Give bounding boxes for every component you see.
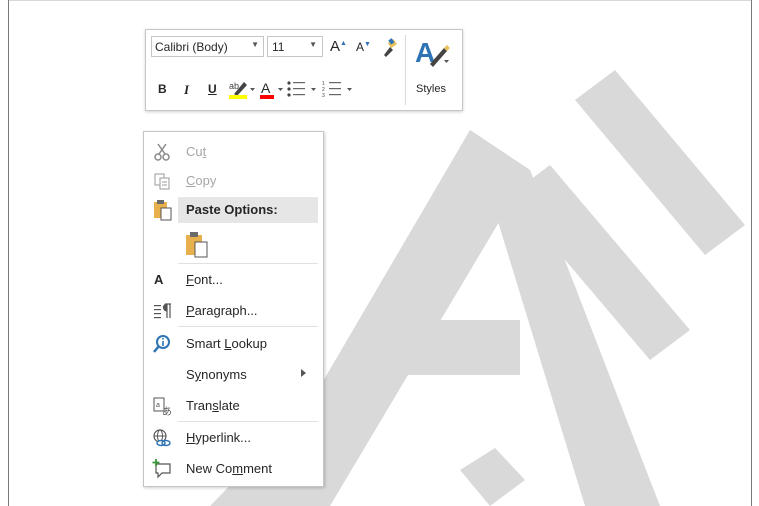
menu-item-label: Cut xyxy=(186,144,207,159)
font-size-select[interactable]: 11 ▼ xyxy=(267,36,323,57)
svg-text:a: a xyxy=(156,402,160,409)
new-comment-icon xyxy=(152,459,171,479)
styles-button[interactable]: A xyxy=(414,34,450,71)
submenu-arrow-icon xyxy=(301,369,306,377)
font-color-icon: A xyxy=(260,80,283,99)
scissors-icon xyxy=(154,143,170,161)
paragraph-icon xyxy=(154,303,171,319)
bullets-icon xyxy=(287,81,316,97)
up-arrow-icon: ▲ xyxy=(340,40,347,47)
styles-label: Styles xyxy=(416,83,446,95)
shrink-font-label: A xyxy=(356,40,365,54)
toolbar-separator xyxy=(405,35,406,105)
numbering-button[interactable]: 1 2 3 xyxy=(322,80,354,101)
menu-item-new-comment[interactable]: New Comment xyxy=(144,454,323,483)
bold-button[interactable]: B xyxy=(158,82,167,96)
menu-item-synonyms[interactable]: Synonyms xyxy=(144,360,323,389)
menu-item-label: Copy xyxy=(186,173,217,188)
grow-font-button[interactable]: A▲ xyxy=(330,38,347,55)
menu-item-label: New Comment xyxy=(186,461,272,476)
menu-item-translate[interactable]: a あ Translate xyxy=(144,391,323,420)
highlight-button[interactable]: ab xyxy=(228,78,256,103)
grow-font-label: A xyxy=(330,38,341,55)
menu-separator xyxy=(178,326,318,327)
bullets-button[interactable] xyxy=(286,80,318,101)
menu-item-label: Paragraph... xyxy=(186,303,258,318)
menu-item-label: Hyperlink... xyxy=(186,430,252,445)
font-name-value: Calibri (Body) xyxy=(155,40,228,54)
menu-item-hyperlink[interactable]: Hyperlink... xyxy=(144,423,323,452)
clipboard-icon xyxy=(154,200,172,221)
styles-icon: A xyxy=(415,37,450,68)
numbering-icon: 1 2 3 xyxy=(322,81,352,99)
underline-button[interactable]: U xyxy=(208,82,217,96)
chevron-down-icon: ▼ xyxy=(309,40,317,49)
smart-lookup-icon xyxy=(153,335,170,353)
menu-item-paragraph[interactable]: Paragraph... xyxy=(144,296,323,325)
font-size-value: 11 xyxy=(272,40,285,54)
chevron-down-icon: ▼ xyxy=(251,40,259,49)
menu-item-smart-lookup[interactable]: Smart Lookup xyxy=(144,329,323,358)
menu-item-label: Smart Lookup xyxy=(186,336,267,351)
menu-item-label: Synonyms xyxy=(186,367,247,382)
menu-item-copy[interactable]: Copy xyxy=(144,166,323,195)
watermark-crossbar xyxy=(340,320,520,375)
paste-options-header: Paste Options: xyxy=(178,197,318,223)
highlight-icon: ab xyxy=(229,81,255,99)
svg-text:A: A xyxy=(261,80,271,96)
italic-button[interactable]: I xyxy=(184,82,189,98)
format-painter-icon xyxy=(384,38,397,57)
svg-text:3: 3 xyxy=(322,93,325,98)
menu-item-font[interactable]: A Font... xyxy=(144,265,323,294)
down-arrow-icon: ▼ xyxy=(364,41,371,48)
context-menu: Cut Copy Paste Options: A Font... Paragr… xyxy=(143,131,324,487)
menu-item-label: Translate xyxy=(186,398,240,413)
shrink-font-button[interactable]: A▼ xyxy=(356,40,371,54)
menu-item-cut[interactable]: Cut xyxy=(144,137,323,166)
translate-icon: a あ xyxy=(153,397,172,416)
paste-icon xyxy=(186,232,208,258)
format-painter-button[interactable] xyxy=(380,38,402,61)
paste-options-label: Paste Options: xyxy=(186,202,278,217)
font-color-button[interactable]: A xyxy=(259,78,285,103)
watermark-stroke-5 xyxy=(460,448,525,506)
menu-separator xyxy=(178,421,318,422)
font-name-select[interactable]: Calibri (Body) ▼ xyxy=(151,36,264,57)
menu-separator xyxy=(178,263,318,264)
copy-icon xyxy=(154,173,170,190)
font-icon: A xyxy=(154,272,164,287)
svg-text:ab: ab xyxy=(229,81,239,91)
svg-text:あ: あ xyxy=(162,406,172,416)
paste-keep-formatting-button[interactable] xyxy=(184,230,210,261)
mini-toolbar: Calibri (Body) ▼ 11 ▼ A▲ A▼ A Styles B I… xyxy=(145,29,463,111)
menu-item-label: Font... xyxy=(186,272,223,287)
hyperlink-icon xyxy=(153,429,171,447)
